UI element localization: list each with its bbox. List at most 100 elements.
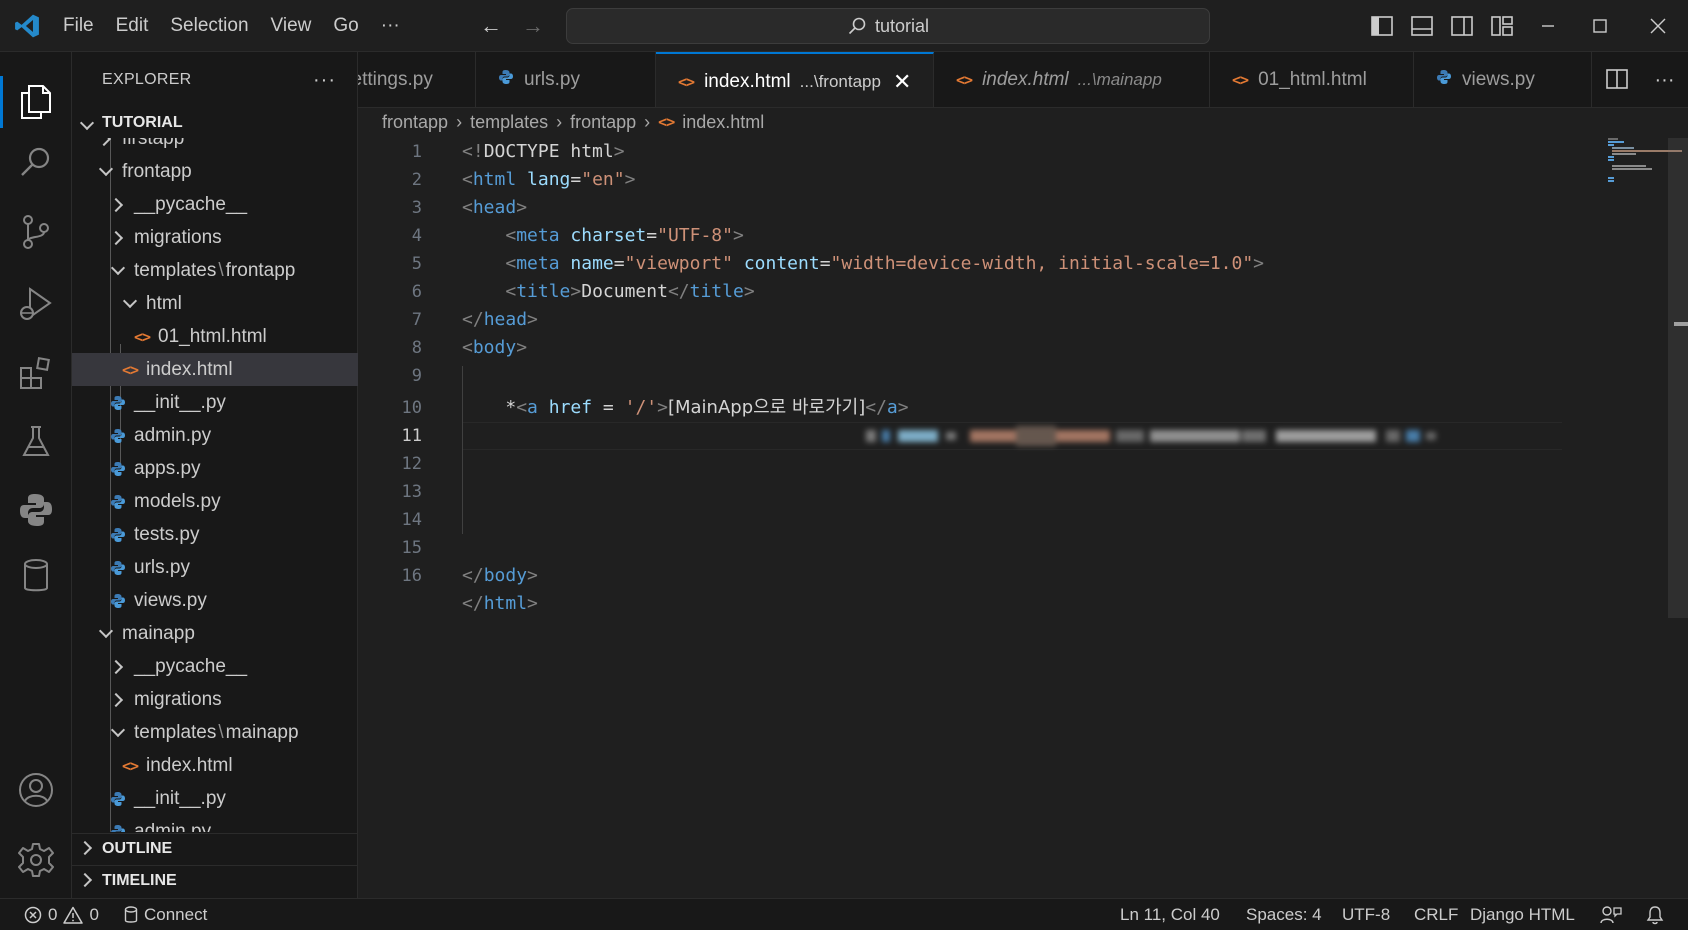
toggle-primary-sidebar-icon[interactable] <box>1362 16 1402 36</box>
search-activity[interactable] <box>0 132 72 192</box>
tree-item-html-folder[interactable]: html <box>72 287 358 320</box>
python-file-icon <box>1436 69 1452 91</box>
python-icon <box>20 494 52 526</box>
line-number: 4 <box>411 226 422 246</box>
tree-item-admin[interactable]: admin.py <box>72 815 358 832</box>
html-file-icon: <> <box>658 113 675 131</box>
tree-item-templates-frontapp[interactable]: templates \ frontapp <box>72 254 358 287</box>
line-number: 15 <box>401 538 422 558</box>
breadcrumb-item[interactable]: index.html <box>682 112 764 133</box>
python-file-icon <box>106 527 130 543</box>
chevron-right-icon <box>94 138 118 144</box>
explorer-activity[interactable] <box>0 72 72 132</box>
extensions-activity[interactable] <box>0 344 72 404</box>
encoding-setting[interactable]: UTF-8 <box>1342 899 1390 930</box>
tree-item-templates-mainapp[interactable]: templates \ mainapp <box>72 716 358 749</box>
database-activity[interactable] <box>0 546 72 606</box>
close-window-icon[interactable] <box>1640 0 1676 52</box>
language-mode[interactable]: Django HTML <box>1470 899 1575 930</box>
database-icon <box>24 559 48 592</box>
chevron-right-icon <box>72 873 102 888</box>
toggle-secondary-sidebar-icon[interactable] <box>1442 16 1482 36</box>
testing-activity[interactable] <box>0 412 72 472</box>
forward-arrow-icon[interactable]: → <box>522 13 544 39</box>
tree-item-frontapp[interactable]: frontapp <box>72 155 358 188</box>
close-tab-icon[interactable]: ✕ <box>893 69 911 95</box>
tree-item-migrations[interactable]: migrations <box>72 221 358 254</box>
line-number: 16 <box>401 566 422 586</box>
tree-item-tests[interactable]: tests.py <box>72 518 358 551</box>
problems-indicator[interactable]: 0 0 <box>24 899 99 930</box>
run-debug-activity[interactable] <box>0 274 72 334</box>
tree-item-views[interactable]: views.py <box>72 584 358 617</box>
tutorial-section-header[interactable]: TUTORIAL <box>72 108 358 138</box>
breadcrumb-item[interactable]: templates <box>470 112 548 133</box>
tree-item-urls[interactable]: urls.py <box>72 551 358 584</box>
eol-setting[interactable]: CRLF <box>1414 899 1458 930</box>
tree-item-01-html[interactable]: <> 01_html.html <box>72 320 358 353</box>
code-line: <!DOCTYPE html> <box>462 141 625 162</box>
title-bar: File Edit Selection View Go ··· ← → tuto… <box>0 0 1688 52</box>
editor-tabs: settings.py urls.py <> index.html ...\fr… <box>358 52 1688 108</box>
activity-bar <box>0 52 72 898</box>
explorer-more-button[interactable]: ··· <box>313 69 336 92</box>
menu-edit[interactable]: Edit <box>105 15 160 37</box>
breadcrumb-item[interactable]: frontapp <box>382 112 448 133</box>
menu-view[interactable]: View <box>260 15 323 37</box>
tab-index-html-mainapp[interactable]: <> index.html ...\mainapp <box>934 52 1210 107</box>
tree-item-apps[interactable]: apps.py <box>72 452 358 485</box>
tree-item-index-html[interactable]: <> index.html <box>72 749 358 782</box>
cursor-position[interactable]: Ln 11, Col 40 <box>1120 899 1220 930</box>
menu-more-button[interactable]: ··· <box>370 15 411 37</box>
code-line: <meta name="viewport" content="width=dev… <box>505 253 1265 274</box>
tab-01-html[interactable]: <> 01_html.html <box>1210 52 1414 107</box>
layout-controls <box>1362 0 1522 52</box>
tab-settings-py[interactable]: settings.py <box>358 52 476 107</box>
menu-go[interactable]: Go <box>322 15 369 37</box>
database-icon <box>124 905 138 923</box>
back-arrow-icon[interactable]: ← <box>480 13 502 39</box>
more-actions-icon[interactable]: ··· <box>1655 69 1675 92</box>
tree-item-init[interactable]: __init__.py <box>72 386 358 419</box>
tree-item-pycache[interactable]: __pycache__ <box>72 650 358 683</box>
maximize-icon[interactable] <box>1582 0 1618 52</box>
feedback-icon[interactable] <box>1600 899 1622 930</box>
tab-urls-py[interactable]: urls.py <box>476 52 656 107</box>
minimize-icon[interactable] <box>1530 0 1566 52</box>
customize-layout-icon[interactable] <box>1482 16 1522 36</box>
explorer-header: EXPLORER ··· <box>72 52 358 108</box>
source-control-activity[interactable] <box>0 202 72 262</box>
tree-item-mainapp[interactable]: mainapp <box>72 617 358 650</box>
menu-selection[interactable]: Selection <box>159 15 259 37</box>
tab-index-html-frontapp[interactable]: <> index.html ...\frontapp ✕ <box>656 52 934 107</box>
command-center-search[interactable]: tutorial <box>566 8 1210 44</box>
tab-views-py[interactable]: views.py <box>1414 52 1592 107</box>
tree-item-models[interactable]: models.py <box>72 485 358 518</box>
tree-item-index-html-selected[interactable]: <> index.html <box>72 353 358 386</box>
code-editor[interactable]: 1 2 3 4 5 6 7 8 9 10 11 12 13 14 15 16 <… <box>358 136 1688 898</box>
warning-icon <box>63 906 84 924</box>
connect-indicator[interactable]: Connect <box>124 899 207 930</box>
toggle-panel-icon[interactable] <box>1402 16 1442 36</box>
python-activity[interactable] <box>0 480 72 540</box>
tree-item-migrations[interactable]: migrations <box>72 683 358 716</box>
chevron-right-icon: › <box>456 111 463 132</box>
chevron-right-icon <box>106 233 130 243</box>
tree-item-pycache[interactable]: __pycache__ <box>72 188 358 221</box>
chevron-right-icon: › <box>556 111 563 132</box>
menu-file[interactable]: File <box>52 15 105 37</box>
tree-item-admin[interactable]: admin.py <box>72 419 358 452</box>
split-editor-icon[interactable] <box>1605 68 1628 92</box>
indentation-setting[interactable]: Spaces: 4 <box>1246 899 1322 930</box>
manage-activity[interactable] <box>0 830 72 890</box>
vertical-scrollbar-thumb[interactable] <box>1668 138 1688 618</box>
tree-item-init[interactable]: __init__.py <box>72 782 358 815</box>
html-file-icon: <> <box>121 360 139 379</box>
outline-section-header[interactable]: OUTLINE <box>72 833 358 863</box>
timeline-section-header[interactable]: TIMELINE <box>72 865 358 895</box>
tree-item-firstapp[interactable]: firstapp <box>72 138 358 155</box>
notifications-bell-icon[interactable] <box>1646 899 1664 930</box>
explorer-title: EXPLORER <box>102 71 192 88</box>
breadcrumb-item[interactable]: frontapp <box>570 112 636 133</box>
accounts-activity[interactable] <box>0 760 72 820</box>
